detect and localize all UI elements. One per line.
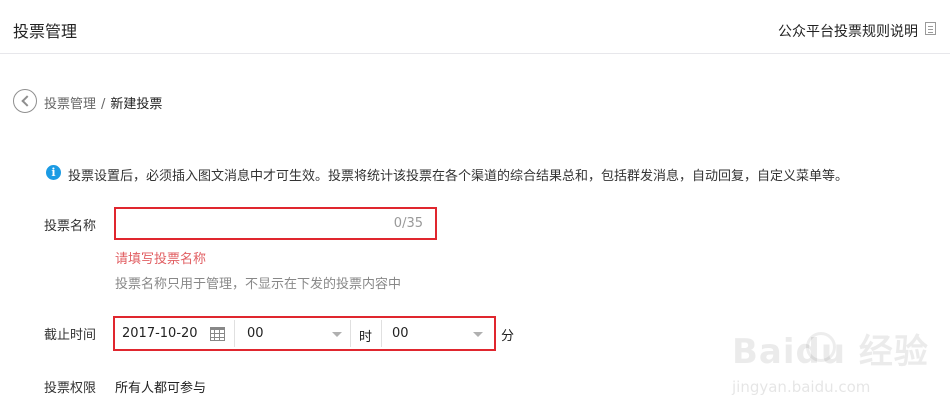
baidu-jingyan-watermark: Baidu 经验 jingyan.baidu.com	[730, 310, 940, 410]
char-counter: 0/35	[393, 216, 423, 231]
vote-name-label: 投票名称	[44, 219, 97, 234]
document-icon[interactable]	[925, 22, 936, 35]
notice-text: 投票设置后，必须插入图文消息中才可生效。投票将统计该投票在各个渠道的综合结果总和…	[68, 169, 849, 184]
minute-unit-label: 分	[501, 329, 515, 344]
calendar-icon[interactable]	[210, 327, 225, 341]
breadcrumb-separator: /	[101, 97, 106, 112]
breadcrumb-current: 新建投票	[110, 97, 163, 112]
watermark-brand: Baidu 经验	[732, 332, 929, 372]
page-header: 投票管理 公众平台投票规则说明	[0, 0, 950, 54]
vote-name-error: 请填写投票名称	[115, 252, 207, 267]
hour-unit-label: 时	[359, 330, 373, 345]
vote-name-field[interactable]: 0/35	[114, 207, 437, 240]
watermark-url: jingyan.baidu.com	[732, 378, 871, 396]
date-input[interactable]: 2017-10-20	[117, 320, 235, 347]
breadcrumb: 投票管理 / 新建投票	[44, 93, 162, 112]
hour-select[interactable]: 00	[237, 320, 351, 347]
permission-label: 投票权限	[44, 381, 97, 396]
paw-logo-icon	[806, 332, 836, 362]
page-title: 投票管理	[13, 22, 78, 41]
chevron-down-icon	[473, 332, 483, 337]
date-value: 2017-10-20	[122, 326, 198, 341]
info-icon: i	[46, 165, 61, 180]
hour-value: 00	[247, 326, 264, 341]
deadline-picker: 2017-10-20 00 时 00	[113, 316, 496, 351]
deadline-label: 截止时间	[44, 328, 97, 343]
minute-select[interactable]: 00	[381, 320, 491, 347]
minute-value: 00	[392, 326, 409, 341]
permission-value: 所有人都可参与	[115, 381, 207, 396]
back-arrow-icon[interactable]	[13, 89, 37, 113]
chevron-down-icon	[332, 332, 342, 337]
breadcrumb-parent-link[interactable]: 投票管理	[44, 97, 96, 112]
vote-name-hint: 投票名称只用于管理，不显示在下发的投票内容中	[115, 277, 402, 292]
voting-rules-link[interactable]: 公众平台投票规则说明	[778, 21, 918, 41]
vote-name-input[interactable]	[120, 212, 384, 237]
